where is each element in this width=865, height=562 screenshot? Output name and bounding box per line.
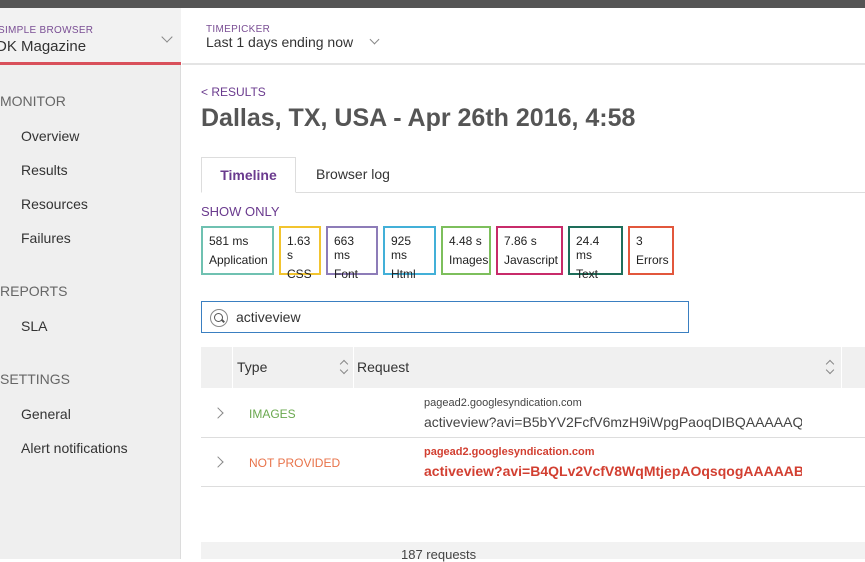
section-settings: SETTINGS [0, 371, 71, 387]
back-to-results-link[interactable]: < RESULTS [201, 85, 266, 99]
request-host: pagead2.googlesyndication.com [424, 397, 582, 409]
search-icon [210, 309, 228, 327]
filter-css[interactable]: 1.63 s CSS [279, 226, 321, 281]
table-row[interactable]: NOT PROVIDED pagead2.googlesyndication.c… [201, 438, 865, 487]
filter-value: 581 ms [209, 234, 249, 248]
table-footer: 187 requests [201, 542, 865, 562]
chevron-right-icon[interactable] [212, 456, 224, 468]
filter-value: 4.48 s [449, 234, 482, 248]
chevron-down-icon[interactable] [369, 34, 380, 45]
sidebar-item-overview[interactable]: Overview [21, 128, 79, 144]
filter-label: Errors [636, 253, 669, 267]
monitor-selector[interactable]: SIMPLE BROWSER DK Magazine [0, 8, 181, 65]
header: TIMEPICKER Last 1 days ending now [182, 8, 865, 65]
filter-label: Html [391, 267, 416, 281]
page-title: Dallas, TX, USA - Apr 26th 2016, 4:58 [201, 104, 636, 132]
sidebar-item-general[interactable]: General [21, 406, 71, 422]
section-reports: REPORTS [0, 283, 68, 299]
request-count: 187 requests [401, 547, 477, 562]
filter-html[interactable]: 925 ms Html [383, 226, 436, 281]
filter-value: 1.63 s [287, 234, 311, 262]
filter-value: 925 ms [391, 234, 412, 262]
sort-icon[interactable] [826, 360, 834, 374]
sort-icon[interactable] [340, 360, 348, 374]
section-monitor: MONITOR [0, 93, 66, 109]
top-bar [0, 0, 865, 8]
selector-value: DK Magazine [0, 38, 87, 55]
sidebar: SIMPLE BROWSER DK Magazine MONITOR Overv… [0, 8, 181, 559]
table-header: Type Request [201, 347, 865, 388]
filter-label: Font [334, 267, 359, 281]
tab-timeline[interactable]: Timeline [201, 157, 296, 193]
request-host: pagead2.googlesyndication.com [424, 446, 595, 458]
tab-browser-log[interactable]: Browser log [303, 157, 403, 193]
column-header-type[interactable]: Type [237, 359, 267, 375]
sidebar-item-results[interactable]: Results [21, 162, 68, 178]
filter-value: 7.86 s [504, 234, 537, 248]
filter-label: Text [576, 267, 599, 281]
selector-label: SIMPLE BROWSER [0, 25, 94, 36]
table-row[interactable]: IMAGES pagead2.googlesyndication.com act… [201, 389, 865, 438]
filter-value: 3 [636, 234, 643, 248]
search-input[interactable] [236, 305, 676, 329]
timepicker-value[interactable]: Last 1 days ending now [206, 34, 353, 50]
request-path: activeview?avi=B5bYV2FcfV6mzH9iWpgPaoqDI… [424, 414, 802, 430]
chevron-down-icon[interactable] [161, 31, 173, 43]
sidebar-item-failures[interactable]: Failures [21, 230, 71, 246]
filter-group: 581 ms Application 1.63 s CSS 663 ms Fon… [201, 226, 674, 281]
sidebar-item-resources[interactable]: Resources [21, 196, 88, 212]
filter-application[interactable]: 581 ms Application [201, 226, 274, 275]
filter-label: Images [449, 253, 489, 267]
search-box[interactable] [201, 301, 689, 333]
filter-value: 663 ms [334, 234, 355, 262]
show-only-label: SHOW ONLY [201, 204, 280, 219]
column-header-request[interactable]: Request [357, 359, 409, 375]
filter-label: Javascript [504, 253, 559, 267]
filter-value: 24.4 ms [576, 234, 600, 262]
tabs-divider [201, 192, 865, 193]
column-divider [353, 347, 354, 388]
request-type: NOT PROVIDED [249, 456, 341, 470]
filter-images[interactable]: 4.48 s Images [441, 226, 491, 275]
filter-label: Application [209, 253, 268, 267]
chevron-right-icon[interactable] [212, 407, 224, 419]
filter-label: CSS [287, 267, 312, 281]
sidebar-item-sla[interactable]: SLA [21, 318, 47, 334]
filter-javascript[interactable]: 7.86 s Javascript [496, 226, 563, 275]
request-type: IMAGES [249, 407, 296, 421]
filter-errors[interactable]: 3 Errors [628, 226, 674, 275]
filter-text[interactable]: 24.4 ms Text [568, 226, 623, 281]
filter-font[interactable]: 663 ms Font [326, 226, 378, 281]
sidebar-item-alert-notifications[interactable]: Alert notifications [21, 440, 128, 456]
request-path: activeview?avi=B4QLv2VcfV8WqMtjepAOqsqog… [424, 463, 802, 479]
column-divider [232, 347, 233, 388]
column-divider [841, 347, 842, 388]
